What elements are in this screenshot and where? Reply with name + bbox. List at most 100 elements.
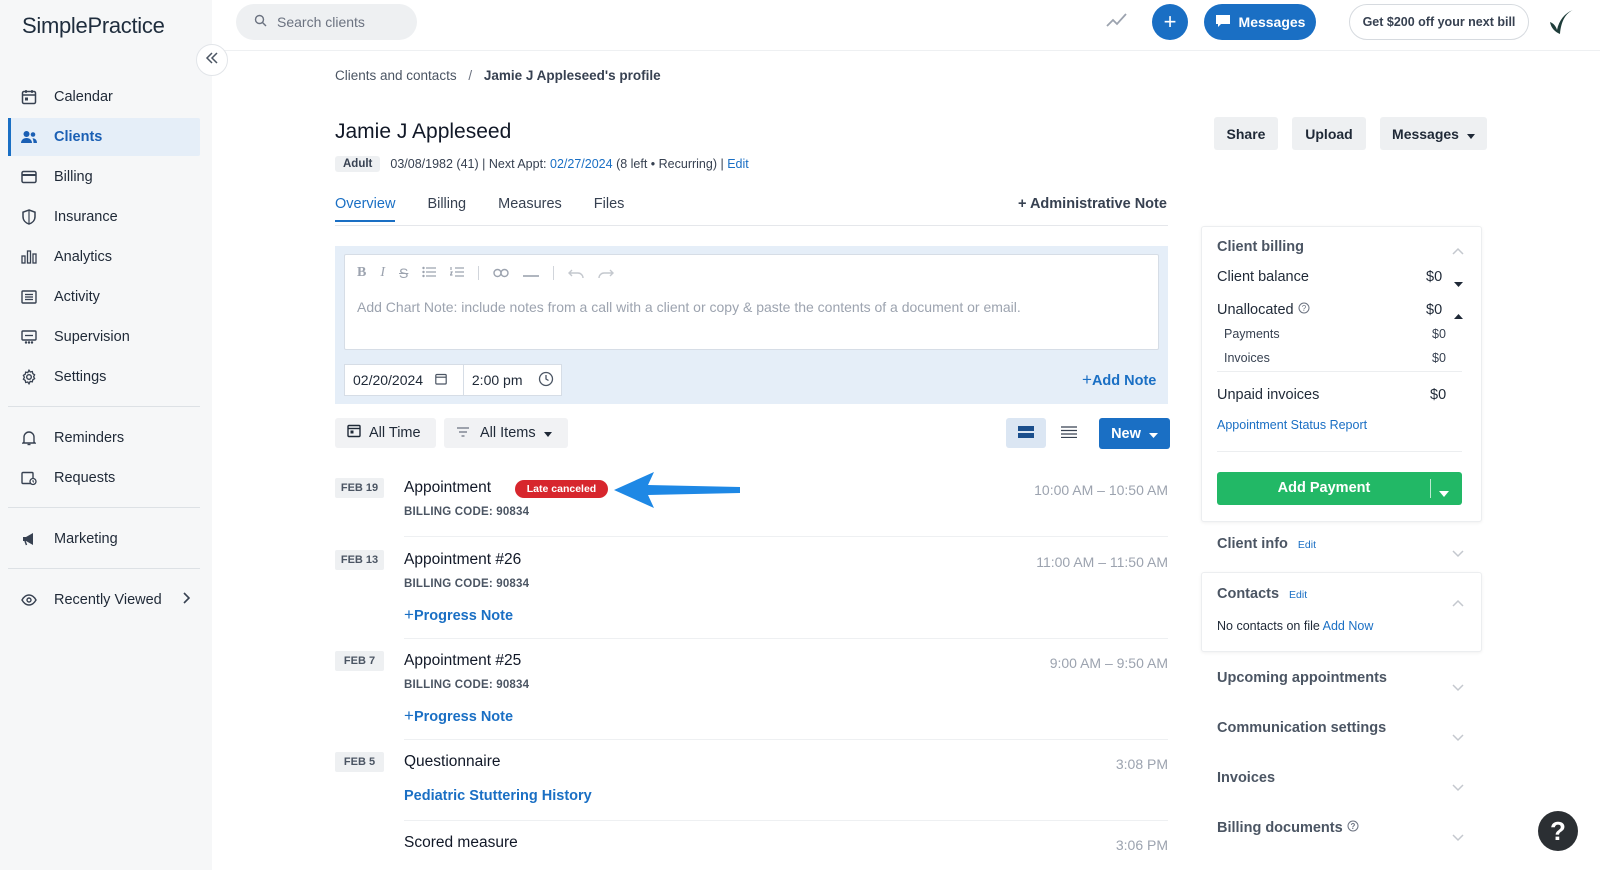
compact-view-toggle[interactable]: [1049, 418, 1089, 448]
profile-tabs: Overview Billing Measures Files: [335, 196, 656, 222]
sidebar-item-supervision[interactable]: Supervision: [8, 318, 200, 356]
timeline-item[interactable]: FEB 5 Questionnaire 3:08 PM Pediatric St…: [335, 744, 1168, 821]
caret-down-icon[interactable]: [1454, 274, 1463, 290]
strikethrough-icon[interactable]: S: [399, 265, 408, 281]
caret-down-icon[interactable]: [1439, 485, 1449, 501]
billing-documents-section[interactable]: Billing documents ?: [1217, 820, 1359, 836]
messages-dropdown-button[interactable]: Messages: [1380, 117, 1487, 150]
sidebar-item-requests[interactable]: Requests: [8, 459, 200, 497]
chevron-down-icon[interactable]: [1452, 829, 1464, 845]
sidebar-divider: [8, 507, 200, 508]
search-input[interactable]: Search clients: [236, 4, 417, 40]
chevron-up-icon[interactable]: [1452, 594, 1464, 610]
new-item-button[interactable]: New: [1099, 418, 1170, 449]
timeline-item[interactable]: FEB 13 Appointment #26 11:00 AM – 11:50 …: [335, 542, 1168, 639]
chevron-down-icon[interactable]: [1452, 545, 1464, 561]
sidebar-item-settings[interactable]: Settings: [8, 358, 200, 396]
collapse-sidebar-button[interactable]: [196, 44, 228, 76]
communication-settings-section[interactable]: Communication settings: [1217, 720, 1386, 736]
horizontal-rule-icon[interactable]: [523, 265, 540, 281]
promo-button[interactable]: Get $200 off your next bill: [1349, 4, 1529, 40]
unallocated-label: Unallocated ?: [1217, 302, 1310, 318]
numbered-list-icon[interactable]: [449, 265, 465, 281]
add-payment-button[interactable]: Add Payment: [1217, 472, 1462, 505]
brand-logo[interactable]: [1546, 8, 1576, 39]
chart-note-editor[interactable]: B I S Add Chart Note: include notes from…: [344, 254, 1159, 350]
appointment-status-report-link[interactable]: Appointment Status Report: [1217, 418, 1367, 432]
add-payment-label: Add Payment: [1277, 480, 1371, 496]
next-appt-link[interactable]: 02/27/2024: [550, 157, 613, 171]
add-note-button[interactable]: +Add Note: [1082, 370, 1156, 390]
caret-up-icon[interactable]: [1454, 306, 1463, 322]
sidebar-item-label: Insurance: [54, 209, 118, 225]
expanded-view-toggle[interactable]: [1006, 418, 1046, 448]
invoices-section[interactable]: Invoices: [1217, 770, 1275, 786]
contacts-edit-link[interactable]: Edit: [1289, 589, 1307, 601]
invoices-value: $0: [1432, 351, 1446, 365]
breadcrumb: Clients and contacts / Jamie J Appleseed…: [335, 68, 661, 83]
contacts-title[interactable]: Contacts Edit: [1217, 586, 1307, 602]
sidebar-item-billing[interactable]: Billing: [8, 158, 200, 196]
chevron-up-icon[interactable]: [1452, 242, 1464, 258]
sidebar-item-activity[interactable]: Activity: [8, 278, 200, 316]
chevron-down-icon[interactable]: [1452, 679, 1464, 695]
bullet-list-icon[interactable]: [422, 265, 437, 281]
chevron-down-icon[interactable]: [1452, 779, 1464, 795]
tab-files[interactable]: Files: [594, 196, 625, 222]
progress-note-link[interactable]: +Progress Note: [404, 706, 513, 726]
trend-icon[interactable]: [1106, 12, 1128, 31]
sidebar-item-calendar[interactable]: Calendar: [8, 78, 200, 116]
timeline-item[interactable]: FEB 19 Appointment 10:00 AM – 10:50 AM B…: [335, 470, 1168, 537]
quick-add-button[interactable]: +: [1152, 4, 1188, 40]
upload-button[interactable]: Upload: [1292, 117, 1366, 150]
client-info-title[interactable]: Client info Edit: [1217, 536, 1316, 552]
timeline-title[interactable]: Appointment #26: [404, 551, 521, 569]
bold-icon[interactable]: B: [357, 265, 366, 281]
timeline-title[interactable]: Appointment: [404, 479, 491, 497]
note-date-field[interactable]: 02/20/2024: [345, 365, 464, 395]
timeline-title[interactable]: Questionnaire: [404, 753, 501, 771]
note-time-field[interactable]: 2:00 pm: [464, 365, 561, 395]
sidebar-item-clients[interactable]: Clients: [8, 118, 200, 156]
help-icon[interactable]: ?: [1298, 302, 1310, 318]
timeline-title[interactable]: Appointment #25: [404, 652, 521, 670]
upcoming-appointments-section[interactable]: Upcoming appointments: [1217, 670, 1387, 686]
link-icon[interactable]: [493, 265, 510, 281]
tab-measures[interactable]: Measures: [498, 196, 562, 222]
italic-icon[interactable]: I: [380, 265, 385, 281]
add-contact-link[interactable]: Add Now: [1323, 619, 1374, 633]
progress-note-link[interactable]: +Progress Note: [404, 605, 513, 625]
help-button[interactable]: ?: [1538, 811, 1578, 851]
contacts-empty: No contacts on file Add Now: [1217, 619, 1373, 633]
time-filter-button[interactable]: All Time: [335, 418, 436, 448]
undo-icon[interactable]: [568, 265, 585, 281]
filter-icon: [456, 425, 470, 441]
timeline-title[interactable]: Scored measure: [404, 834, 518, 852]
timeline-item[interactable]: FEB 7 Appointment #25 9:00 AM – 9:50 AM …: [335, 643, 1168, 740]
questionnaire-link[interactable]: Pediatric Stuttering History: [404, 788, 592, 804]
redo-icon[interactable]: [598, 265, 615, 281]
chevron-down-icon[interactable]: [1452, 729, 1464, 745]
sidebar-item-marketing[interactable]: Marketing: [8, 520, 200, 558]
sidebar-item-reminders[interactable]: Reminders: [8, 419, 200, 457]
share-button[interactable]: Share: [1214, 117, 1278, 150]
tab-billing[interactable]: Billing: [427, 196, 466, 222]
timeline-item[interactable]: Scored measure 3:06 PM: [335, 825, 1168, 865]
timeline-divider: [404, 739, 1168, 740]
sidebar-item-analytics[interactable]: Analytics: [8, 238, 200, 276]
app-logo[interactable]: SimplePractice: [22, 13, 165, 39]
messages-button[interactable]: Messages: [1204, 4, 1316, 40]
timeline-date: FEB 13: [335, 550, 384, 570]
tab-overview[interactable]: Overview: [335, 196, 396, 222]
items-filter-button[interactable]: All Items: [444, 418, 568, 448]
calendar-icon: [20, 88, 38, 106]
breadcrumb-parent[interactable]: Clients and contacts: [335, 68, 457, 83]
sidebar-item-recently-viewed[interactable]: Recently Viewed: [8, 581, 200, 619]
administrative-note-button[interactable]: + Administrative Note: [1018, 196, 1167, 212]
client-billing-title[interactable]: Client billing: [1217, 239, 1304, 255]
sidebar-item-insurance[interactable]: Insurance: [8, 198, 200, 236]
client-info-edit-link[interactable]: Edit: [1298, 539, 1316, 551]
timeline-divider: [404, 820, 1168, 821]
help-icon[interactable]: ?: [1347, 820, 1359, 836]
edit-client-link[interactable]: Edit: [727, 157, 749, 171]
